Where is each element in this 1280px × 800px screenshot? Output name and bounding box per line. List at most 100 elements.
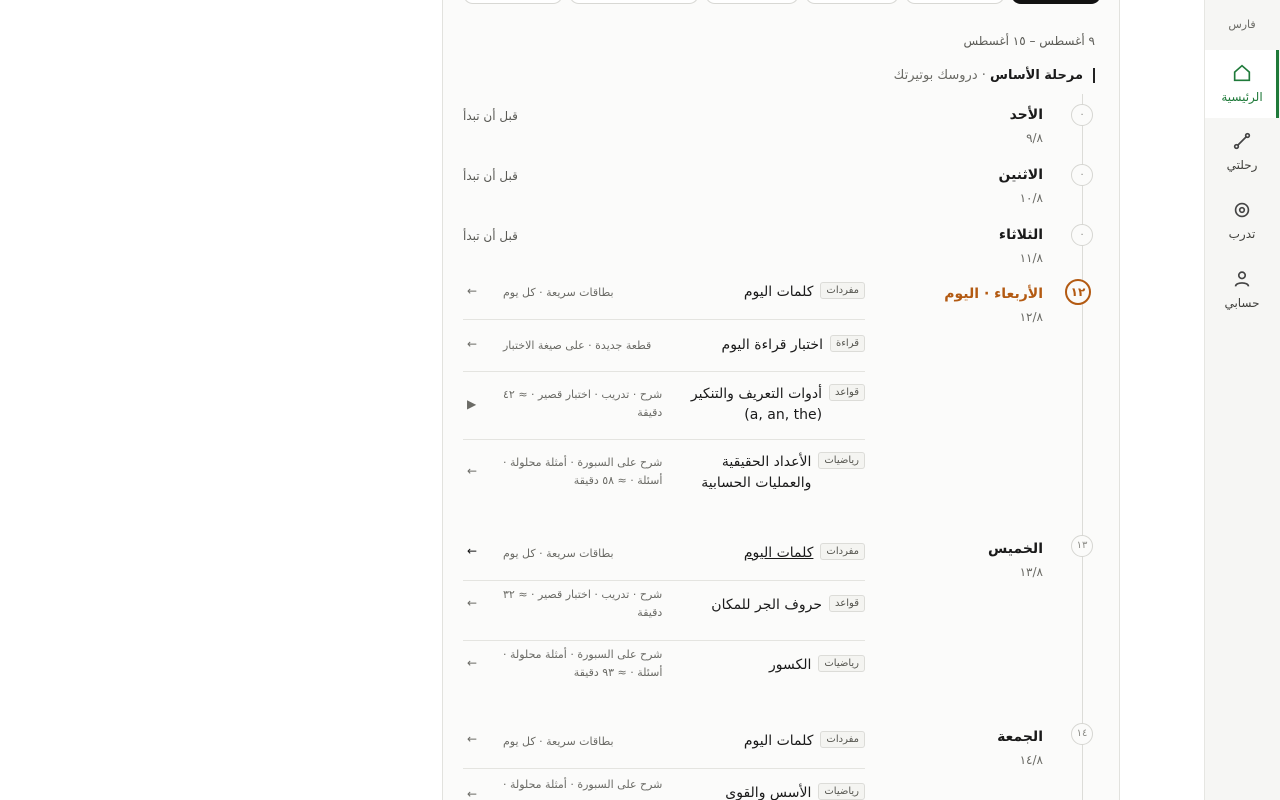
stage-title: مرحلة الأساس bbox=[990, 68, 1083, 83]
task-title: كلمات اليوم bbox=[743, 284, 814, 300]
task-row[interactable]: قواعد حروف الجر للمكان شرح · تدريب · اخت… bbox=[463, 581, 865, 641]
day-date: ١٤/٨ bbox=[1019, 753, 1043, 767]
task-row[interactable]: مفردات كلمات اليوم بطاقات سريعة · كل يوم… bbox=[463, 535, 865, 581]
day-marker: ٠ bbox=[1071, 164, 1093, 186]
user-icon bbox=[1234, 271, 1250, 287]
timeline-line bbox=[1082, 94, 1083, 800]
path-icon bbox=[1233, 132, 1251, 150]
task-row[interactable]: رياضيات الأعداد الحقيقية والعمليات الحسا… bbox=[463, 440, 865, 504]
task-meta: شرح · تدريب · اختبار قصير · ≈ ٤٢ دقيقة bbox=[503, 386, 662, 422]
task-row[interactable]: مفردات كلمات اليوم بطاقات سريعة · كل يوم… bbox=[463, 280, 865, 320]
task-main: رياضيات الأسس والقوى bbox=[725, 783, 865, 800]
filter-pill[interactable] bbox=[705, 0, 799, 4]
nav-item-home[interactable]: الرئيسية bbox=[1205, 50, 1279, 118]
task-title: اختبار قراءة اليوم bbox=[721, 337, 823, 353]
day-marker: ٠ bbox=[1071, 104, 1093, 126]
day-heading: الأربعاء · اليوم ١٢/٨ bbox=[944, 286, 1043, 324]
today-marker: ١٢ bbox=[1065, 279, 1091, 305]
task-meta: شرح على السبورة · أمثلة محلولة · أسئلة ·… bbox=[503, 454, 662, 490]
task-row[interactable]: قراءة اختبار قراءة اليوم قطعة جديدة · عل… bbox=[463, 320, 865, 372]
nav-item-journey[interactable]: رحلتي bbox=[1205, 130, 1279, 190]
day-date: ١٠/٨ bbox=[1019, 191, 1043, 205]
task-meta: بطاقات سريعة · كل يوم bbox=[503, 547, 614, 560]
task-meta-line1: شرح · تدريب · اختبار قصير · ≈ ٣٢ bbox=[503, 588, 663, 601]
day-date: ١٣/٨ bbox=[1019, 565, 1043, 579]
day-heading: الأحد ٩/٨ bbox=[1010, 107, 1043, 145]
task-meta: بطاقات سريعة · كل يوم bbox=[503, 735, 614, 748]
day-heading: الخميس ١٣/٨ bbox=[988, 541, 1043, 579]
arrow-left-icon[interactable]: ← bbox=[467, 464, 477, 478]
task-meta-line2: أسئلة · ≈ ٩٣ دقيقة bbox=[573, 666, 663, 679]
subject-tag: قواعد bbox=[829, 595, 865, 612]
task-meta: شرح · تدريب · اختبار قصير · ≈ ٣٢ دقيقة bbox=[503, 586, 662, 622]
before-start-note: قبل أن تبدأ bbox=[463, 109, 518, 123]
task-title: حروف الجر للمكان bbox=[711, 597, 823, 613]
filter-pill-active[interactable] bbox=[1011, 0, 1101, 4]
filter-pill[interactable] bbox=[905, 0, 1005, 4]
task-title-line2: والعمليات الحسابية bbox=[701, 475, 812, 491]
target-icon bbox=[1234, 202, 1250, 218]
filter-pill[interactable] bbox=[463, 0, 563, 4]
task-main: مفردات كلمات اليوم bbox=[744, 282, 865, 303]
arrow-left-icon[interactable]: ← bbox=[467, 337, 477, 351]
task-title: الكسور bbox=[768, 657, 812, 673]
arrow-left-icon[interactable]: ← bbox=[467, 284, 477, 298]
task-main: قواعد أدوات التعريف والتنكير (a, an, the… bbox=[691, 384, 865, 426]
before-start-note: قبل أن تبدأ bbox=[463, 229, 518, 243]
task-title: كلمات اليوم bbox=[743, 733, 814, 749]
play-icon[interactable]: ▶ bbox=[467, 397, 476, 411]
task-title: أدوات التعريف والتنكير (a, an, the) bbox=[691, 384, 822, 426]
filter-pill[interactable] bbox=[805, 0, 899, 4]
nav-label-practice: تدرب bbox=[1228, 227, 1256, 241]
day-marker: ١٣ bbox=[1071, 535, 1093, 557]
task-row[interactable]: رياضيات الكسور شرح على السبورة · أمثلة م… bbox=[463, 641, 865, 701]
task-meta-line2: دقيقة bbox=[637, 406, 663, 419]
day-marker: ١٤ bbox=[1071, 723, 1093, 745]
subject-tag: مفردات bbox=[820, 731, 865, 748]
side-nav: فارس الرئيسية رحلتي تدرب حسابي bbox=[1204, 0, 1280, 800]
nav-label-journey: رحلتي bbox=[1226, 158, 1258, 172]
task-meta: بطاقات سريعة · كل يوم bbox=[503, 286, 614, 299]
nav-label-home: الرئيسية bbox=[1221, 90, 1263, 104]
task-main: قراءة اختبار قراءة اليوم bbox=[722, 335, 865, 356]
arrow-left-icon[interactable]: ← bbox=[467, 544, 477, 558]
arrow-left-icon[interactable]: ← bbox=[467, 732, 477, 746]
task-meta: شرح على السبورة · أمثلة محلولة · bbox=[503, 778, 663, 791]
task-title-line1: أدوات التعريف والتنكير bbox=[690, 386, 823, 402]
week-date-range: ٩ أغسطس – ١٥ أغسطس bbox=[963, 34, 1095, 48]
filter-pill[interactable] bbox=[569, 0, 699, 4]
task-meta-line1: شرح · تدريب · اختبار قصير · ≈ ٤٢ bbox=[503, 388, 663, 401]
task-row[interactable]: مفردات كلمات اليوم بطاقات سريعة · كل يوم… bbox=[463, 723, 865, 769]
day-date: ٩/٨ bbox=[1026, 131, 1043, 145]
subject-tag: رياضيات bbox=[818, 452, 865, 469]
day-heading: الجمعة ١٤/٨ bbox=[997, 729, 1043, 767]
day-marker: ٠ bbox=[1071, 224, 1093, 246]
filter-pills bbox=[461, 0, 1101, 4]
week-plan-card: ٩ أغسطس – ١٥ أغسطس مرحلة الأساس · دروسك … bbox=[442, 0, 1120, 800]
task-title-line2: (a, an, the) bbox=[744, 407, 823, 423]
task-main: مفردات كلمات اليوم bbox=[744, 731, 865, 752]
subject-tag: مفردات bbox=[820, 282, 865, 299]
arrow-left-icon[interactable]: ← bbox=[467, 787, 477, 800]
day-name-today: الأربعاء · اليوم bbox=[944, 286, 1043, 302]
task-main: قواعد حروف الجر للمكان bbox=[711, 595, 865, 616]
day-date: ١١/٨ bbox=[1019, 251, 1043, 265]
nav-item-practice[interactable]: تدرب bbox=[1205, 199, 1279, 259]
day-name: الثلاثاء bbox=[998, 227, 1043, 243]
day-name: الجمعة bbox=[997, 729, 1043, 745]
day-name: الخميس bbox=[987, 541, 1043, 557]
subject-tag: قواعد bbox=[829, 384, 865, 401]
arrow-left-icon[interactable]: ← bbox=[467, 596, 477, 610]
nav-label-account: حسابي bbox=[1224, 296, 1260, 310]
task-row[interactable]: قواعد أدوات التعريف والتنكير (a, an, the… bbox=[463, 372, 865, 440]
task-meta: قطعة جديدة · على صيغة الاختبار bbox=[503, 339, 652, 352]
task-row[interactable]: رياضيات الأسس والقوى شرح على السبورة · أ… bbox=[463, 769, 865, 800]
arrow-left-icon[interactable]: ← bbox=[467, 656, 477, 670]
nav-item-account[interactable]: حسابي bbox=[1205, 268, 1279, 328]
before-start-note: قبل أن تبدأ bbox=[463, 169, 518, 183]
task-meta-line1: شرح على السبورة · أمثلة محلولة · bbox=[503, 648, 663, 661]
task-meta-line2: دقيقة bbox=[637, 606, 663, 619]
task-meta-line2: أسئلة · ≈ ٥٨ دقيقة bbox=[573, 474, 663, 487]
subject-tag: مفردات bbox=[820, 543, 865, 560]
brand-label: فارس bbox=[1228, 18, 1256, 31]
